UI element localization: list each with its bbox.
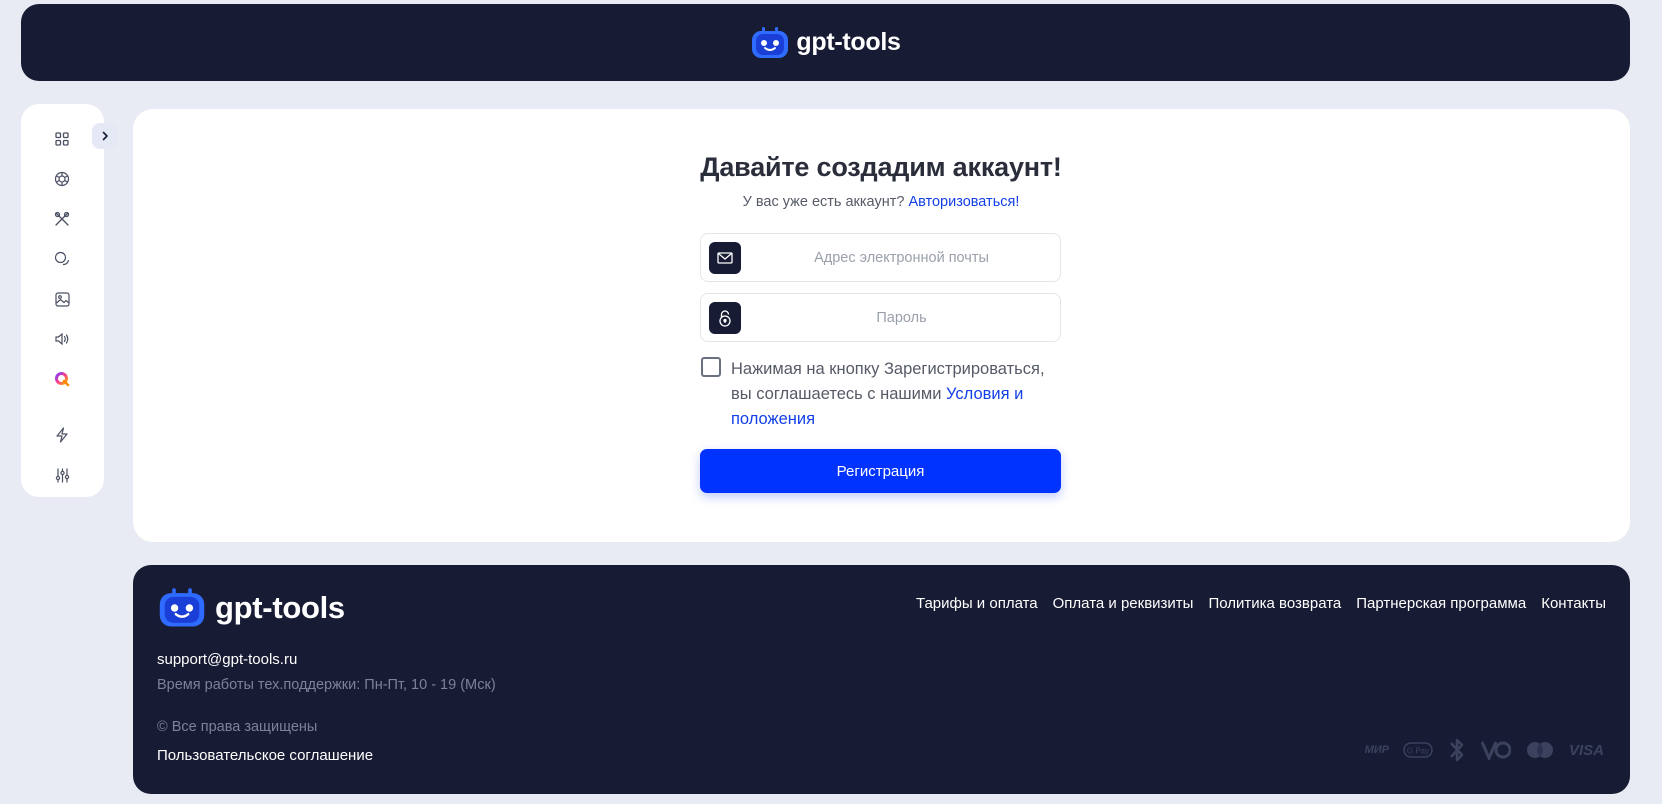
password-field bbox=[700, 293, 1061, 342]
audio-icon bbox=[55, 332, 69, 346]
top-header: gpt-tools bbox=[21, 4, 1630, 81]
footer-link-payment-details[interactable]: Оплата и реквизиты bbox=[1053, 595, 1194, 612]
sidebar-item-chatgpt[interactable] bbox=[51, 168, 73, 190]
footer: gpt-tools Тарифы и оплата Оплата и рекви… bbox=[133, 565, 1630, 794]
sidebar-item-tools[interactable] bbox=[51, 208, 73, 230]
sidebar-item-dashboard[interactable] bbox=[51, 128, 73, 150]
lock-icon bbox=[719, 309, 731, 327]
sidebar-item-pro[interactable] bbox=[51, 424, 73, 446]
footer-link-partner-program[interactable]: Партнерская программа bbox=[1356, 595, 1526, 612]
password-input[interactable] bbox=[749, 294, 1054, 341]
lock-icon-box bbox=[709, 302, 741, 334]
sidebar-toggle-button[interactable] bbox=[92, 123, 118, 149]
email-field bbox=[700, 233, 1061, 282]
terms-checkbox[interactable] bbox=[701, 357, 721, 377]
header-logo[interactable]: gpt-tools bbox=[750, 26, 901, 60]
image-icon bbox=[54, 291, 70, 307]
openai-icon bbox=[54, 171, 70, 187]
login-link[interactable]: Авторизоваться! bbox=[908, 194, 1019, 210]
footer-link-tariffs[interactable]: Тарифы и оплата bbox=[916, 595, 1038, 612]
mastercard-icon bbox=[1526, 742, 1553, 758]
support-hours: Время работы тех.поддержки: Пн-Пт, 10 - … bbox=[157, 677, 496, 693]
yoomoney-icon bbox=[1480, 741, 1511, 760]
gpay-icon: G Pay bbox=[1403, 742, 1433, 758]
footer-logo-text: gpt-tools bbox=[215, 590, 345, 625]
gradient-q-icon bbox=[55, 372, 70, 387]
mail-icon bbox=[717, 252, 733, 264]
chevron-right-icon bbox=[102, 131, 108, 141]
login-prompt: У вас уже есть аккаунт? Авторизоваться! bbox=[700, 194, 1062, 210]
footer-link-refund-policy[interactable]: Политика возврата bbox=[1208, 595, 1341, 612]
grid-icon bbox=[55, 132, 69, 146]
mir-icon: МИР bbox=[1364, 744, 1389, 756]
svg-text:G Pay: G Pay bbox=[1407, 747, 1429, 756]
tools-icon bbox=[54, 211, 70, 226]
footer-link-contacts[interactable]: Контакты bbox=[1541, 595, 1606, 612]
footer-nav: Тарифы и оплата Оплата и реквизиты Полит… bbox=[916, 595, 1606, 612]
sidebar-item-settings[interactable] bbox=[51, 464, 73, 486]
sidebar-item-images[interactable] bbox=[51, 288, 73, 310]
user-agreement-link[interactable]: Пользовательское соглашение bbox=[157, 747, 373, 764]
sidebar bbox=[21, 104, 104, 497]
robot-logo-icon bbox=[752, 26, 789, 58]
lightning-icon bbox=[56, 427, 68, 443]
payment-methods: МИР G Pay VISA bbox=[1365, 737, 1604, 763]
sidebar-item-audio[interactable] bbox=[51, 328, 73, 350]
email-input[interactable] bbox=[749, 234, 1054, 281]
support-email-link[interactable]: support@gpt-tools.ru bbox=[157, 651, 297, 668]
header-logo-text: gpt-tools bbox=[796, 28, 901, 56]
page-title: Давайте создадим аккаунт! bbox=[700, 152, 1062, 182]
mail-icon-box bbox=[709, 242, 741, 274]
copyright: © Все права защищены bbox=[157, 719, 318, 735]
robot-logo-icon bbox=[159, 588, 205, 627]
footer-logo[interactable]: gpt-tools bbox=[157, 587, 345, 629]
sidebar-item-q[interactable] bbox=[51, 368, 73, 390]
chat-icon bbox=[54, 251, 70, 266]
login-prompt-text: У вас уже есть аккаунт? bbox=[742, 194, 905, 210]
sliders-icon bbox=[55, 467, 69, 483]
visa-icon: VISA bbox=[1568, 741, 1604, 759]
bluetooth-like-icon bbox=[1450, 738, 1464, 762]
terms-text-block: Нажимая на кнопку Зарегистрироваться, вы… bbox=[731, 357, 1061, 432]
register-button[interactable]: Регистрация bbox=[700, 449, 1061, 493]
sidebar-item-chats[interactable] bbox=[51, 248, 73, 270]
